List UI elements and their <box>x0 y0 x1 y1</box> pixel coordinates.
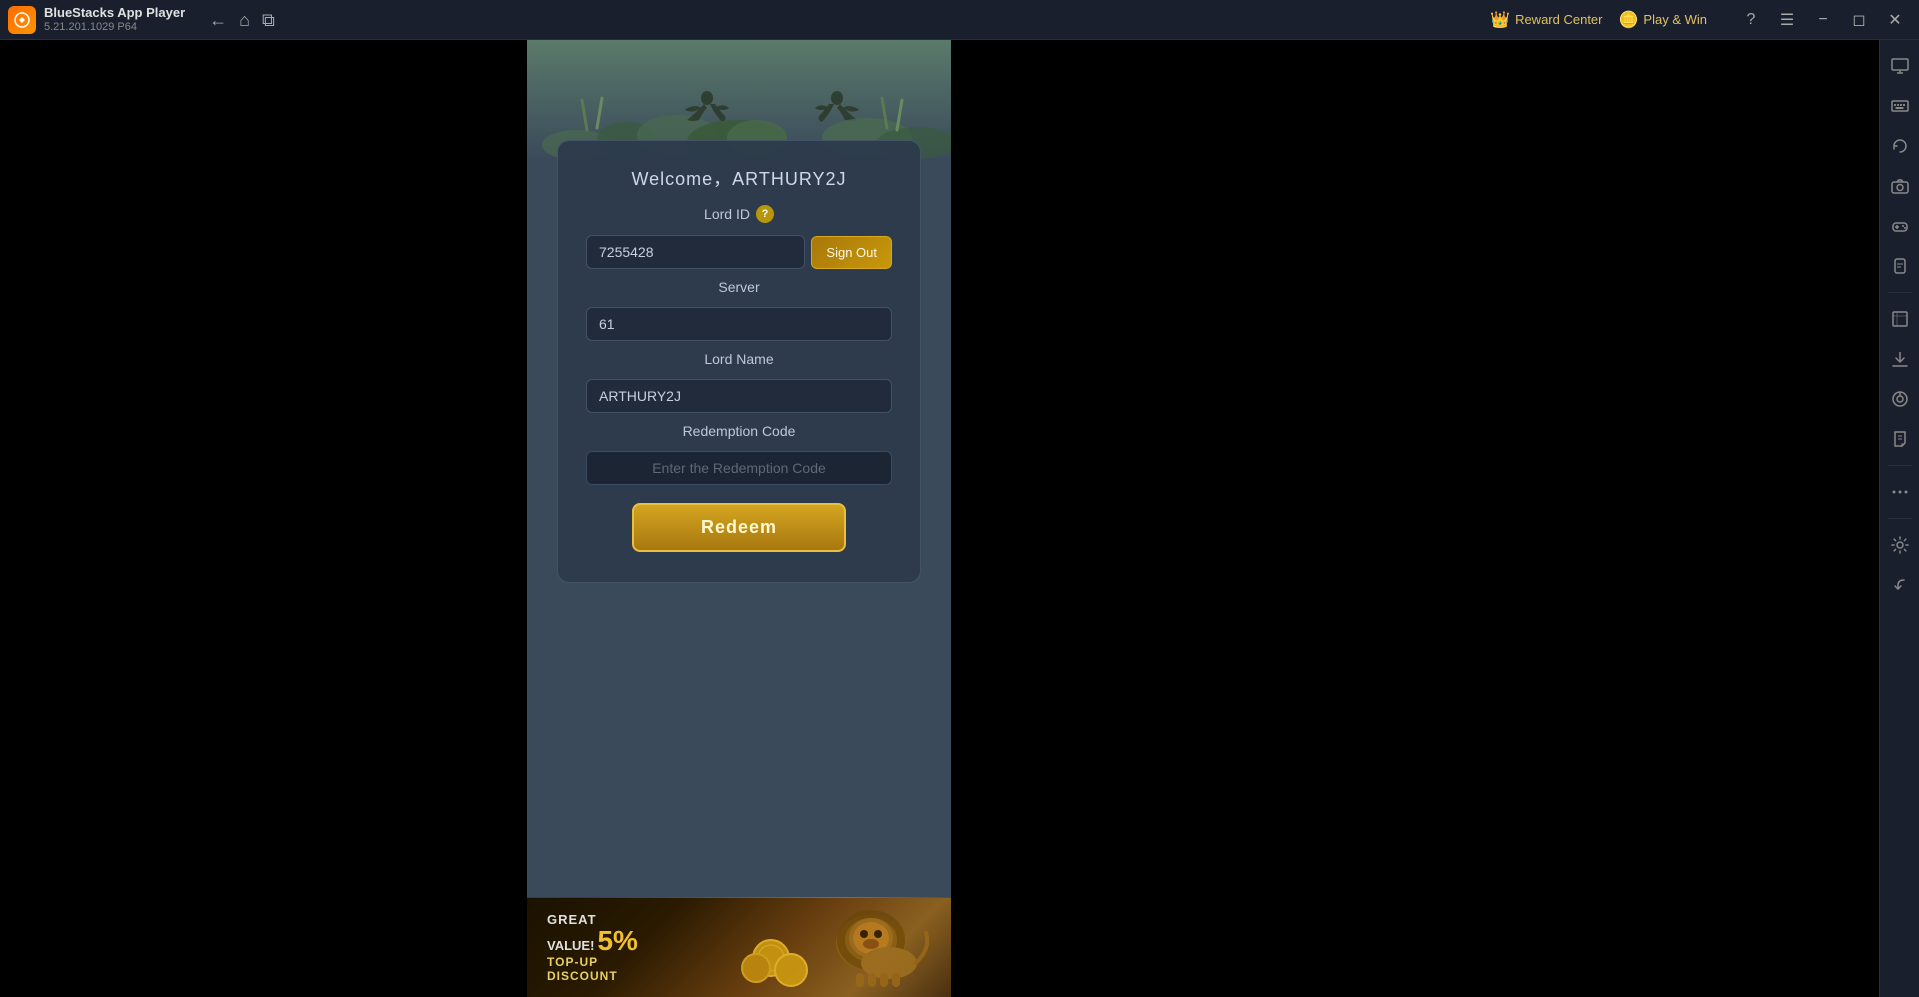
lord-id-row: Sign Out <box>586 235 892 269</box>
title-bar-right: 👑 Reward Center 🪙 Play & Win ? ☰ − ◻ ✕ <box>1490 6 1911 34</box>
sidebar-keyboard-icon[interactable] <box>1882 88 1918 124</box>
app-logo <box>8 6 36 34</box>
server-label: Server <box>586 279 892 295</box>
main-area: Welcome，ARTHURY2J Lord ID ? Sign Out Ser… <box>0 40 1919 997</box>
reward-center-button[interactable]: 👑 Reward Center <box>1490 10 1602 30</box>
center-game-area: Welcome，ARTHURY2J Lord ID ? Sign Out Ser… <box>527 40 951 997</box>
app-version: 5.21.201.1029 P64 <box>44 21 185 34</box>
title-bar-left: BlueStacks App Player 5.21.201.1029 P64 … <box>8 5 1490 34</box>
banner-value-label: VALUE! <box>547 938 594 953</box>
close-button[interactable]: ✕ <box>1879 6 1911 34</box>
sidebar-gamepad-icon[interactable] <box>1882 208 1918 244</box>
reward-center-label: Reward Center <box>1515 12 1602 27</box>
app-name: BlueStacks App Player <box>44 5 185 21</box>
redeem-button[interactable]: Redeem <box>632 503 846 552</box>
sidebar-camera-icon[interactable] <box>1882 168 1918 204</box>
sidebar-resize-icon[interactable] <box>1882 301 1918 337</box>
right-area <box>951 40 1879 997</box>
sidebar-more-icon[interactable] <box>1882 474 1918 510</box>
multi-nav-button[interactable]: ⧉ <box>262 11 275 29</box>
sidebar-back-icon[interactable] <box>1882 567 1918 603</box>
help-button[interactable]: ? <box>1735 6 1767 34</box>
banner-topup: TOP-UP <box>547 955 638 969</box>
dialog-card: Welcome，ARTHURY2J Lord ID ? Sign Out Ser… <box>557 140 921 583</box>
lord-name-input[interactable] <box>586 379 892 413</box>
play-win-label: Play & Win <box>1643 12 1707 27</box>
lord-id-label: Lord ID ? <box>586 205 892 223</box>
dialog-title: Welcome，ARTHURY2J <box>586 165 892 191</box>
crown-icon: 👑 <box>1490 10 1510 30</box>
banner-discount: DISCOUNT <box>547 969 638 983</box>
minimize-button[interactable]: − <box>1807 6 1839 34</box>
lord-id-input[interactable] <box>586 235 805 269</box>
redemption-code-label: Redemption Code <box>586 423 892 439</box>
sign-out-button[interactable]: Sign Out <box>811 236 892 269</box>
redemption-code-input[interactable] <box>586 451 892 485</box>
sidebar-macro-icon[interactable] <box>1882 381 1918 417</box>
sidebar-download-icon[interactable] <box>1882 341 1918 377</box>
window-controls: ? ☰ − ◻ ✕ <box>1735 6 1911 34</box>
sidebar-divider-3 <box>1888 518 1912 519</box>
sidebar-script-icon[interactable] <box>1882 421 1918 457</box>
nav-controls: ← ⌂ ⧉ <box>209 11 275 29</box>
maximize-button[interactable]: ◻ <box>1843 6 1875 34</box>
lord-id-help-icon[interactable]: ? <box>756 205 774 223</box>
right-sidebar <box>1879 40 1919 997</box>
sidebar-apk-icon[interactable] <box>1882 248 1918 284</box>
left-area <box>0 40 527 997</box>
sidebar-rotate-icon[interactable] <box>1882 128 1918 164</box>
sidebar-screen-icon[interactable] <box>1882 48 1918 84</box>
coin-icon: 🪙 <box>1619 10 1639 30</box>
back-nav-button[interactable]: ← <box>209 11 227 29</box>
server-input[interactable] <box>586 307 892 341</box>
play-win-button[interactable]: 🪙 Play & Win <box>1619 10 1708 30</box>
sidebar-divider-2 <box>1888 465 1912 466</box>
sidebar-divider-1 <box>1888 292 1912 293</box>
menu-button[interactable]: ☰ <box>1771 6 1803 34</box>
banner-lion-decoration <box>741 898 941 997</box>
sidebar-settings-icon[interactable] <box>1882 527 1918 563</box>
home-nav-button[interactable]: ⌂ <box>239 11 250 29</box>
lord-name-label: Lord Name <box>586 351 892 367</box>
banner-text: GREAT VALUE! 5% TOP-UP DISCOUNT <box>547 912 638 983</box>
banner-percent: 5% <box>597 927 637 955</box>
banner-area[interactable]: GREAT VALUE! 5% TOP-UP DISCOUNT <box>527 897 951 997</box>
title-bar: BlueStacks App Player 5.21.201.1029 P64 … <box>0 0 1919 40</box>
